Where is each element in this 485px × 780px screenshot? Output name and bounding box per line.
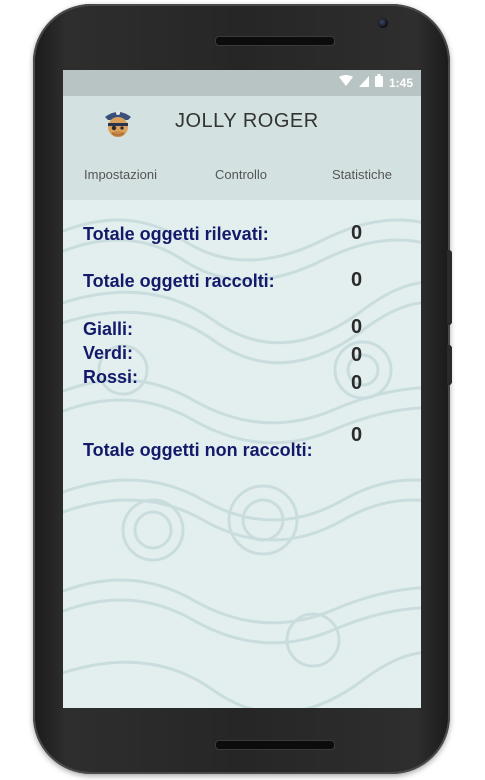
app-bar: JOLLY ROGER Impostazioni Controllo Stati…: [63, 96, 421, 200]
value-raccolti: 0: [351, 269, 363, 291]
value-non-raccolti: 0: [351, 424, 363, 446]
label-raccolti: Totale oggetti raccolti:: [83, 271, 275, 291]
status-time: 1:45: [388, 76, 413, 90]
pirate-logo-icon: [101, 106, 135, 140]
label-gialli: Gialli:: [83, 319, 134, 339]
signal-icon: [358, 74, 369, 92]
label-non-raccolti: Totale oggetti non raccolti:: [83, 440, 313, 460]
app-title: JOLLY ROGER: [175, 110, 319, 132]
status-bar: 1:45: [63, 70, 421, 96]
power-button[interactable]: [447, 250, 452, 325]
value-rossi: 0: [351, 372, 363, 394]
battery-icon: [374, 74, 383, 92]
value-rilevati: 0: [351, 222, 363, 244]
label-rossi: Rossi:: [83, 367, 139, 387]
wifi-icon: [338, 74, 353, 92]
tab-impostazioni[interactable]: Impostazioni: [84, 167, 157, 182]
volume-button[interactable]: [447, 345, 452, 385]
tab-controllo[interactable]: Controllo: [215, 167, 267, 182]
tab-statistiche[interactable]: Statistiche: [332, 167, 392, 182]
stats-panel: Totale oggetti rilevati: 0 Totale oggett…: [63, 200, 421, 708]
label-verdi: Verdi:: [83, 343, 134, 363]
bottom-speaker: [215, 740, 335, 750]
label-rilevati: Totale oggetti rilevati:: [83, 224, 269, 244]
value-gialli: 0: [351, 316, 363, 338]
screen: 1:45 JOLLY ROGER Impostazioni Controllo …: [63, 70, 421, 708]
top-speaker: [215, 36, 335, 46]
front-camera: [378, 18, 388, 28]
value-verdi: 0: [351, 344, 363, 366]
